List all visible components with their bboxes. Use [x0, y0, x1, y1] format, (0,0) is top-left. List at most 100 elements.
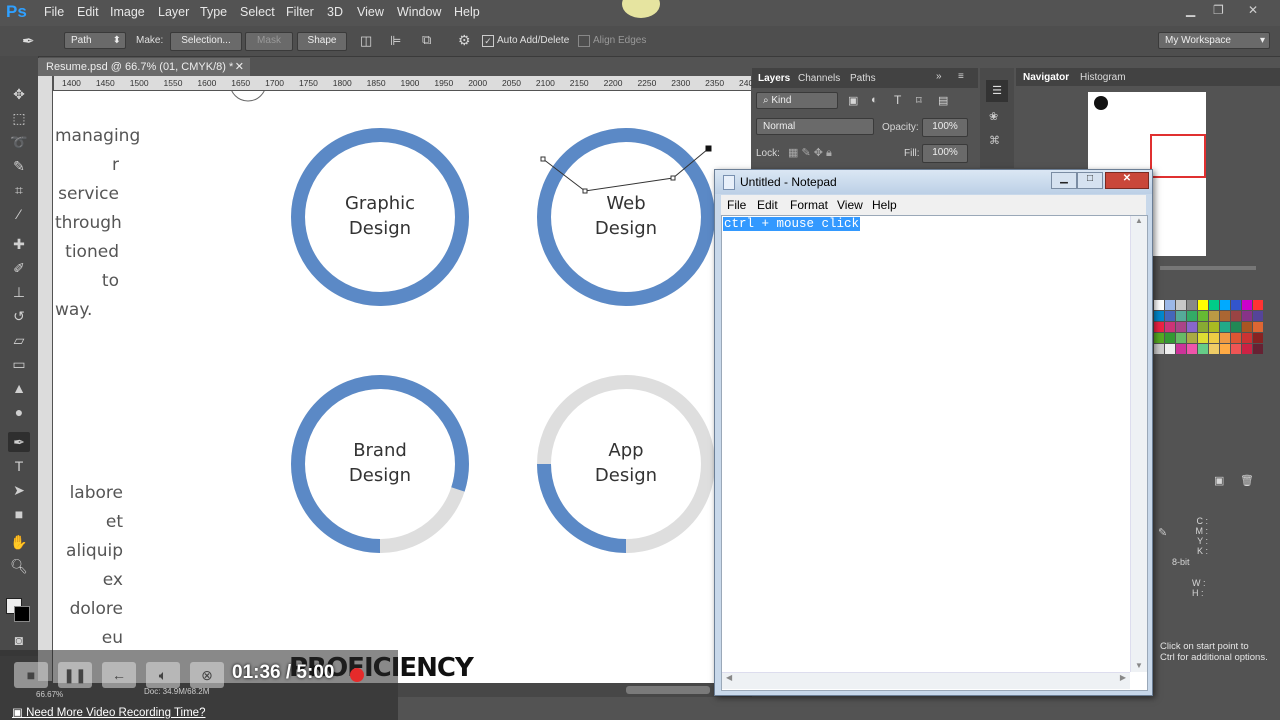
filter-type-icon[interactable]: T [894, 93, 901, 107]
scroll-right-icon[interactable]: ▶ [1120, 673, 1126, 682]
horizontal-scrollbar[interactable] [398, 683, 752, 697]
menu-layer[interactable]: Layer [158, 5, 189, 19]
rectangle-tool-icon[interactable]: ■ [8, 504, 30, 524]
gear-icon[interactable]: ⚙ [458, 32, 471, 49]
tab-navigator[interactable]: Navigator [1023, 72, 1069, 83]
delete-swatch-icon[interactable]: 🗑︎ [1240, 474, 1254, 487]
menu-filter[interactable]: Filter [286, 5, 314, 19]
menu-image[interactable]: Image [110, 5, 145, 19]
lasso-tool-icon[interactable]: ➰ [8, 132, 30, 152]
gradient-tool-icon[interactable]: ▭ [8, 354, 30, 374]
filter-kind-select[interactable]: ⌕ Kind [756, 92, 838, 109]
zoom-tool-icon[interactable]: 🔍︎ [8, 556, 30, 576]
blend-mode-select[interactable]: Normal [756, 118, 874, 135]
notepad-menu-edit[interactable]: Edit [757, 198, 778, 212]
healing-brush-icon[interactable]: ✚ [8, 234, 30, 254]
clone-stamp-icon[interactable]: ⊥ [8, 282, 30, 302]
recording-ad-link[interactable]: ▣ Need More Video Recording Time? [12, 705, 205, 719]
swatches-grid[interactable] [1154, 300, 1280, 390]
tab-paths[interactable]: Paths [850, 73, 876, 84]
path-mode-select[interactable]: Path ⬍ [64, 32, 126, 49]
panel-menu-icon[interactable]: ≡ [958, 71, 964, 82]
filter-pixel-icon[interactable]: ▣ [848, 94, 858, 107]
notepad-horizontal-scrollbar[interactable]: ◀ ▶ [722, 672, 1130, 689]
scroll-up-icon[interactable]: ▲ [1131, 216, 1147, 225]
close-icon[interactable]: ✕ [1248, 3, 1258, 17]
channels-icon[interactable]: ❀ [989, 110, 998, 123]
path-operations-icon[interactable]: ◫ [360, 33, 372, 49]
menu-view[interactable]: View [357, 5, 384, 19]
panel-collapse-icon[interactable]: » [936, 71, 942, 82]
filter-shape-icon[interactable]: ⌑ [916, 94, 922, 107]
align-edges-checkbox[interactable] [578, 35, 590, 47]
cancel-button[interactable]: ⊗ [190, 662, 224, 688]
path-anchor-point[interactable] [705, 145, 712, 152]
opacity-input[interactable]: 100% [922, 118, 968, 137]
menu-window[interactable]: Window [397, 5, 441, 19]
marquee-tool-icon[interactable]: ⬚ [8, 108, 30, 128]
fill-input[interactable]: 100% [922, 144, 968, 163]
zoom-slider[interactable] [1160, 266, 1256, 270]
scroll-down-icon[interactable]: ▼ [1131, 661, 1147, 670]
scroll-left-icon[interactable]: ◀ [726, 673, 732, 682]
dodge-tool-icon[interactable]: ● [8, 402, 30, 422]
hand-tool-icon[interactable]: ✋ [8, 532, 30, 552]
tab-histogram[interactable]: Histogram [1080, 72, 1126, 83]
selection-button[interactable]: Selection... [170, 32, 242, 51]
notepad-maximize-button[interactable]: □ [1077, 172, 1103, 189]
navigator-view-box[interactable] [1150, 134, 1206, 178]
notepad-menu-format[interactable]: Format [790, 198, 828, 212]
path-selection-icon[interactable]: ➤ [8, 480, 30, 500]
notepad-text-area[interactable]: ctrl + mouse click ▲ ▼ ◀ ▶ [721, 215, 1148, 691]
stop-button[interactable]: ■ [14, 662, 48, 688]
quick-select-tool-icon[interactable]: ✎ [8, 156, 30, 176]
menu-help[interactable]: Help [454, 5, 480, 19]
path-alignment-icon[interactable]: ⊫ [390, 33, 401, 49]
paths-icon[interactable]: ⌘ [989, 134, 1000, 147]
workspace-select[interactable]: My Workspace ▾ [1158, 32, 1270, 49]
eraser-tool-icon[interactable]: ▱ [8, 330, 30, 350]
move-tool-icon[interactable]: ✥ [8, 84, 30, 104]
pen-tool-icon[interactable]: ✒ [22, 32, 35, 50]
pen-tool-active-icon[interactable]: ✒ [8, 432, 30, 452]
document-tab[interactable]: Resume.psd @ 66.7% (01, CMYK/8) * ✕ [38, 58, 250, 76]
eyedropper-tool-icon[interactable]: ⁄ [8, 204, 30, 224]
background-color-swatch[interactable] [14, 606, 30, 622]
close-tab-icon[interactable]: ✕ [235, 58, 244, 76]
lock-icons[interactable]: ▦ ✎ ✥ 🔒︎ [788, 146, 832, 160]
brush-tool-icon[interactable]: ✐ [8, 258, 30, 278]
menu-edit[interactable]: Edit [77, 5, 99, 19]
tab-layers[interactable]: Layers [758, 73, 790, 84]
path-arrangement-icon[interactable]: ⧉ [422, 32, 431, 48]
rewind-button[interactable]: ← [102, 662, 136, 688]
notepad-close-button[interactable]: ✕ [1105, 172, 1149, 189]
layers-icon[interactable]: ☰ [986, 80, 1008, 102]
scrollbar-thumb[interactable] [626, 686, 710, 694]
menu-file[interactable]: File [44, 5, 64, 19]
notepad-menu-view[interactable]: View [837, 198, 863, 212]
filter-adjustment-icon[interactable]: ◐ [871, 94, 878, 106]
type-tool-icon[interactable]: T [8, 456, 30, 476]
new-swatch-icon[interactable]: ▣ [1214, 474, 1224, 487]
path-anchor-point[interactable] [670, 175, 676, 181]
menu-type[interactable]: Type [200, 5, 227, 19]
restore-icon[interactable]: ❐ [1213, 3, 1224, 17]
notepad-title-bar[interactable]: Untitled - Notepad ▁ □ ✕ [715, 170, 1152, 194]
auto-add-delete-checkbox[interactable]: ✓ [482, 35, 494, 47]
pause-button[interactable]: ❚❚ [58, 662, 92, 688]
tab-channels[interactable]: Channels [798, 73, 840, 84]
menu-select[interactable]: Select [240, 5, 275, 19]
notepad-menu-help[interactable]: Help [872, 198, 897, 212]
mask-button[interactable]: Mask [245, 32, 293, 51]
history-brush-icon[interactable]: ↺ [8, 306, 30, 326]
document-canvas[interactable]: managing r service through tioned to way… [53, 91, 751, 683]
filter-smart-object-icon[interactable]: ▤ [938, 94, 948, 107]
shape-button[interactable]: Shape [297, 32, 347, 51]
volume-button[interactable]: 🔈︎ [146, 662, 180, 688]
notepad-vertical-scrollbar[interactable]: ▲ ▼ [1130, 216, 1147, 672]
menu-3d[interactable]: 3D [327, 5, 343, 19]
crop-tool-icon[interactable]: ⌗ [8, 180, 30, 200]
path-anchor-point[interactable] [540, 156, 546, 162]
notepad-minimize-button[interactable]: ▁ [1051, 172, 1077, 189]
blur-tool-icon[interactable]: ▲ [8, 378, 30, 398]
